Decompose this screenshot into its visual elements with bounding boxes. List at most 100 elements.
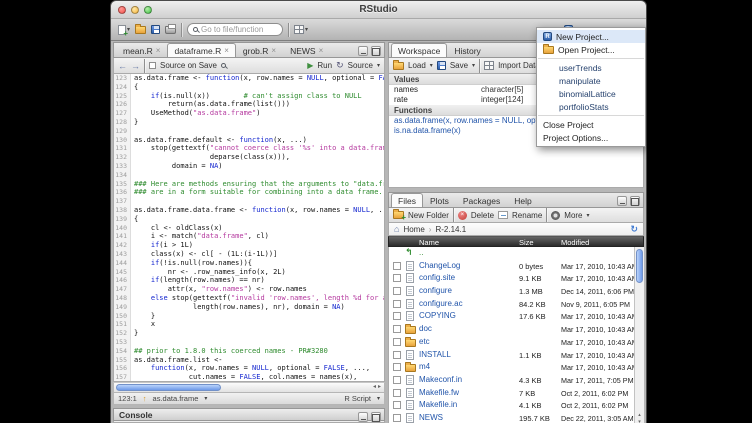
file-name[interactable]: doc <box>419 324 432 333</box>
minimize-pane-button[interactable] <box>617 196 627 206</box>
column-header-name[interactable]: Name <box>419 238 439 247</box>
file-checkbox[interactable] <box>393 414 401 422</box>
minimize-pane-button[interactable] <box>358 412 368 422</box>
code-editor[interactable]: 123as.data.frame <- function(x, row.name… <box>113 74 385 382</box>
editor-tab-news[interactable]: NEWS× <box>283 43 330 57</box>
file-name[interactable]: Makeconf.in <box>419 375 462 384</box>
run-button[interactable]: Run <box>317 61 332 70</box>
maximize-pane-button[interactable] <box>371 412 381 422</box>
file-row[interactable]: m4Mar 17, 2010, 10:43 AM <box>389 361 643 374</box>
file-name[interactable]: INSTALL <box>419 350 451 359</box>
file-row[interactable]: Makeconf.in4.3 KBMar 17, 2011, 7:05 PM <box>389 374 643 387</box>
find-icon[interactable] <box>221 63 226 68</box>
source-button[interactable]: Source <box>348 61 373 70</box>
menu-item-manipulate[interactable]: manipulate <box>537 74 645 87</box>
menu-item-portfoliostats[interactable]: portfolioStats <box>537 100 645 113</box>
function-scope-selector[interactable]: as.data.frame <box>153 394 199 403</box>
file-checkbox[interactable] <box>393 287 401 295</box>
column-header-size[interactable]: Size <box>519 238 534 247</box>
file-name[interactable]: NEWS <box>419 413 443 422</box>
file-checkbox[interactable] <box>393 274 401 282</box>
editor-horizontal-scrollbar[interactable]: ◂▸ <box>113 382 385 393</box>
close-tab-icon[interactable]: × <box>319 46 324 55</box>
menu-item-open-project[interactable]: Open Project... <box>537 43 645 56</box>
new-file-button[interactable]: ▾ <box>118 25 130 35</box>
rename-button[interactable]: Rename <box>512 211 542 220</box>
pane-layout-button[interactable]: ▾ <box>294 25 308 34</box>
tab-workspace[interactable]: Workspace <box>391 43 447 57</box>
save-button[interactable] <box>151 25 160 34</box>
close-tab-icon[interactable]: × <box>156 46 161 55</box>
scrollbar-arrows[interactable]: ▴▾ <box>635 412 644 423</box>
menu-item-binomiallattice[interactable]: binomialLattice <box>537 87 645 100</box>
file-name[interactable]: COPYING <box>419 311 456 320</box>
open-file-button[interactable] <box>135 26 146 34</box>
file-row[interactable]: etcMar 17, 2010, 10:43 AM <box>389 336 643 349</box>
file-checkbox[interactable] <box>393 300 401 308</box>
file-row[interactable]: ChangeLog0 bytesMar 17, 2010, 10:43 AM <box>389 260 643 273</box>
tab-packages[interactable]: Packages <box>456 193 507 207</box>
file-checkbox[interactable] <box>393 325 401 333</box>
file-row[interactable]: ↰.. <box>389 247 643 260</box>
load-button[interactable]: Load <box>408 61 426 70</box>
maximize-pane-button[interactable] <box>630 196 640 206</box>
goto-file-search[interactable]: Go to file/function <box>187 23 283 36</box>
rerun-icon[interactable]: ↻ <box>336 60 344 71</box>
scrollbar-arrows[interactable]: ◂▸ <box>373 383 383 390</box>
file-checkbox[interactable] <box>393 312 401 320</box>
file-name[interactable]: m4 <box>419 362 430 371</box>
file-row[interactable]: Makefile.in4.1 KBOct 2, 2011, 6:02 PM <box>389 399 643 412</box>
file-name[interactable]: etc <box>419 337 430 346</box>
editor-tab-grob-r[interactable]: grob.R× <box>236 43 283 57</box>
more-button[interactable]: More <box>564 211 582 220</box>
file-row[interactable]: configure1.3 MBDec 14, 2011, 6:06 PM <box>389 285 643 298</box>
file-name[interactable]: config.site <box>419 273 455 282</box>
files-vertical-scrollbar[interactable]: ▴▾ <box>634 247 644 423</box>
tab-history[interactable]: History <box>447 43 487 57</box>
back-icon[interactable]: ← <box>118 61 127 71</box>
new-folder-button[interactable]: New Folder <box>408 211 449 220</box>
file-name[interactable]: configure.ac <box>419 299 463 308</box>
menu-item-project-options[interactable]: Project Options... <box>537 131 645 144</box>
file-checkbox[interactable] <box>393 262 401 270</box>
file-row[interactable]: COPYING17.6 KBMar 17, 2010, 10:43 AM <box>389 310 643 323</box>
console-header[interactable]: Console <box>113 408 385 421</box>
forward-icon[interactable]: → <box>131 61 140 71</box>
breadcrumb-path[interactable]: R-2.14.1 <box>435 225 466 234</box>
tab-plots[interactable]: Plots <box>423 193 456 207</box>
save-workspace-button[interactable]: Save <box>450 61 468 70</box>
menu-item-close-project[interactable]: Close Project <box>537 118 645 131</box>
file-checkbox[interactable] <box>393 351 401 359</box>
delete-button[interactable]: Delete <box>471 211 494 220</box>
editor-tab-dataframe-r[interactable]: dataframe.R× <box>167 43 235 57</box>
file-type-selector[interactable]: R Script <box>344 394 371 403</box>
maximize-pane-button[interactable] <box>371 46 381 56</box>
file-checkbox[interactable] <box>393 338 401 346</box>
file-name[interactable]: configure <box>419 286 452 295</box>
menu-item-usertrends[interactable]: userTrends <box>537 61 645 74</box>
scrollbar-thumb[interactable] <box>116 384 221 391</box>
file-name[interactable]: .. <box>419 248 423 257</box>
minimize-pane-button[interactable] <box>358 46 368 56</box>
file-name[interactable]: Makefile.fw <box>419 388 459 397</box>
file-name[interactable]: Makefile.in <box>419 400 457 409</box>
file-name[interactable]: ChangeLog <box>419 261 460 270</box>
file-row[interactable]: INSTALL1.1 KBMar 17, 2010, 10:43 AM <box>389 349 643 362</box>
close-tab-icon[interactable]: × <box>271 46 276 55</box>
close-tab-icon[interactable]: × <box>224 46 229 55</box>
editor-tab-mean-r[interactable]: mean.R× <box>116 43 167 57</box>
print-button[interactable] <box>165 26 176 34</box>
breadcrumb-home[interactable]: Home <box>403 225 424 234</box>
file-checkbox[interactable] <box>393 363 401 371</box>
refresh-icon[interactable]: ↻ <box>630 224 638 235</box>
file-checkbox[interactable] <box>393 401 401 409</box>
file-row[interactable]: Makefile.fw7 KBOct 2, 2011, 6:02 PM <box>389 387 643 400</box>
titlebar[interactable]: RStudio <box>111 1 646 19</box>
file-checkbox[interactable] <box>393 376 401 384</box>
file-row[interactable]: NEWS195.7 KBDec 22, 2011, 3:05 AM <box>389 412 643 423</box>
tab-help[interactable]: Help <box>507 193 538 207</box>
tab-files[interactable]: Files <box>391 193 423 207</box>
source-on-save-checkbox[interactable] <box>149 62 156 69</box>
file-row[interactable]: configure.ac84.2 KBNov 9, 2011, 6:05 PM <box>389 298 643 311</box>
file-row[interactable]: docMar 17, 2010, 10:43 AM <box>389 323 643 336</box>
